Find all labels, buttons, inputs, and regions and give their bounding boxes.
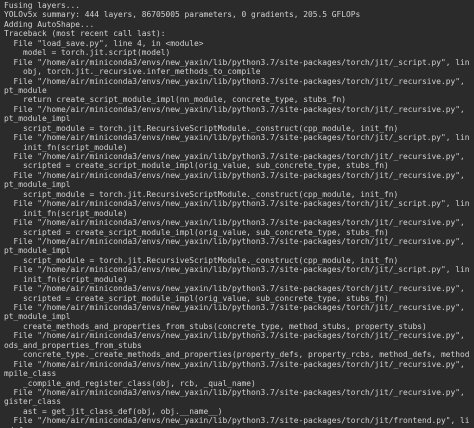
terminal-line: File "/home/air/miniconda3/envs/new_yaxi… bbox=[13, 133, 471, 143]
terminal-line: gister_class bbox=[4, 397, 62, 407]
terminal-line: script_module = torch.jit.RecursiveScrip… bbox=[4, 123, 399, 133]
terminal-line: ods_and_properties_from_stubs bbox=[4, 340, 142, 350]
terminal-line: File "/home/air/miniconda3/envs/new_yaxi… bbox=[13, 199, 471, 209]
terminal-line: scripted = create_script_module_impl(ori… bbox=[4, 161, 389, 171]
terminal-line: File "/home/air/miniconda3/envs/new_yaxi… bbox=[13, 303, 471, 312]
terminal-line: concrete_type._create_methods_and_proper… bbox=[23, 350, 470, 360]
terminal-line: File "load_save.py", line 4, in <module> bbox=[4, 38, 204, 48]
terminal-line: File "/home/air/miniconda3/envs/new_yaxi… bbox=[13, 152, 471, 161]
terminal-line: File "/home/air/miniconda3/envs/new_yaxi… bbox=[13, 76, 471, 86]
terminal-window[interactable]: Fusing layers... YOLOv5x summary: 444 lay… bbox=[0, 0, 474, 428]
terminal-line: File "/home/air/miniconda3/envs/new_yaxi… bbox=[13, 416, 471, 426]
terminal-line: init_fn(script_module) bbox=[4, 208, 128, 218]
terminal-line: File "/home/air/miniconda3/envs/new_yaxi… bbox=[13, 236, 471, 246]
terminal-line: Traceback (most recent call last): bbox=[4, 29, 166, 39]
terminal-line: File "/home/air/miniconda3/envs/new_yaxi… bbox=[13, 387, 471, 397]
terminal-line: Fusing layers... bbox=[4, 1, 81, 10]
terminal-line: File "/home/air/miniconda3/envs/new_yaxi… bbox=[13, 104, 471, 114]
terminal-line: File "/home/air/miniconda3/envs/new_yaxi… bbox=[13, 170, 471, 180]
terminal-line: File "/home/air/miniconda3/envs/new_yaxi… bbox=[13, 57, 471, 67]
terminal-line: File "/home/air/miniconda3/envs/new_yaxi… bbox=[13, 284, 471, 294]
terminal-line: pt_module bbox=[4, 85, 47, 95]
terminal-line: File "/home/air/miniconda3/envs/new_yaxi… bbox=[13, 265, 471, 275]
terminal-line: scripted = create_script_module_impl(ori… bbox=[4, 227, 389, 237]
terminal-line: File "/home/air/miniconda3/envs/new_yaxi… bbox=[13, 218, 471, 228]
terminal-line: _compile_and_register_class(obj, rcb, _q… bbox=[4, 378, 256, 388]
terminal-line: ast = get_jit_class_def(obj, obj.__name_… bbox=[4, 406, 223, 416]
terminal-line: script_module = torch.jit.RecursiveScrip… bbox=[4, 255, 399, 265]
terminal-line: pt_module_impl bbox=[4, 246, 71, 256]
terminal-line: YOLOv5x summary: 444 layers, 86705005 pa… bbox=[4, 10, 361, 20]
terminal-output: Fusing layers... YOLOv5x summary: 444 lay… bbox=[4, 1, 470, 428]
terminal-line: init_fn(script_module) bbox=[4, 142, 128, 152]
terminal-line: scripted = create_script_module_impl(ori… bbox=[4, 293, 389, 303]
terminal-line: pt_module_impl bbox=[4, 180, 71, 190]
terminal-line: pt_module_impl bbox=[4, 114, 71, 124]
terminal-line: File "/home/air/miniconda3/envs/new_yaxi… bbox=[13, 331, 471, 341]
terminal-line: create_methods_and_properties_from_stubs… bbox=[4, 321, 427, 331]
terminal-line: pt_module_impl bbox=[4, 312, 71, 322]
terminal-line: init_fn(script_module) bbox=[4, 274, 128, 284]
terminal-line: File "/home/air/miniconda3/envs/new_yaxi… bbox=[13, 359, 471, 369]
terminal-line: obj, torch.jit._recursive.infer_methods_… bbox=[4, 67, 261, 77]
terminal-line: return create_script_module_impl(nn_modu… bbox=[4, 95, 347, 105]
terminal-line: Adding AutoShape... bbox=[4, 19, 95, 29]
terminal-line: script_module = torch.jit.RecursiveScrip… bbox=[4, 189, 399, 199]
terminal-line: mpile_class bbox=[4, 369, 57, 379]
terminal-line: model = torch.jit.script(model) bbox=[4, 48, 171, 58]
